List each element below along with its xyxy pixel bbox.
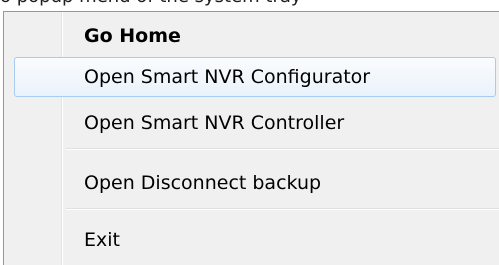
menu-item-label: Exit (84, 229, 120, 251)
context-menu: Go Home Open Smart NVR Configurator Open… (3, 11, 499, 265)
menu-item-label: Open Smart NVR Configurator (84, 66, 371, 88)
menu-item-label: Open Smart NVR Controller (84, 112, 345, 134)
menu-item-open-configurator[interactable]: Open Smart NVR Configurator (14, 57, 496, 97)
menu-item-label: Open Disconnect backup (84, 172, 322, 194)
menu-item-go-home[interactable]: Go Home (14, 16, 496, 56)
menu-item-label: Go Home (84, 25, 181, 47)
menu-separator (66, 148, 499, 150)
background-caption-text: o popup menu of the system tray (0, 0, 499, 10)
menu-item-exit[interactable]: Exit (14, 220, 496, 260)
menu-item-open-controller[interactable]: Open Smart NVR Controller (14, 103, 496, 143)
menu-separator (66, 208, 499, 210)
menu-item-open-disconnect-backup[interactable]: Open Disconnect backup (14, 163, 496, 203)
